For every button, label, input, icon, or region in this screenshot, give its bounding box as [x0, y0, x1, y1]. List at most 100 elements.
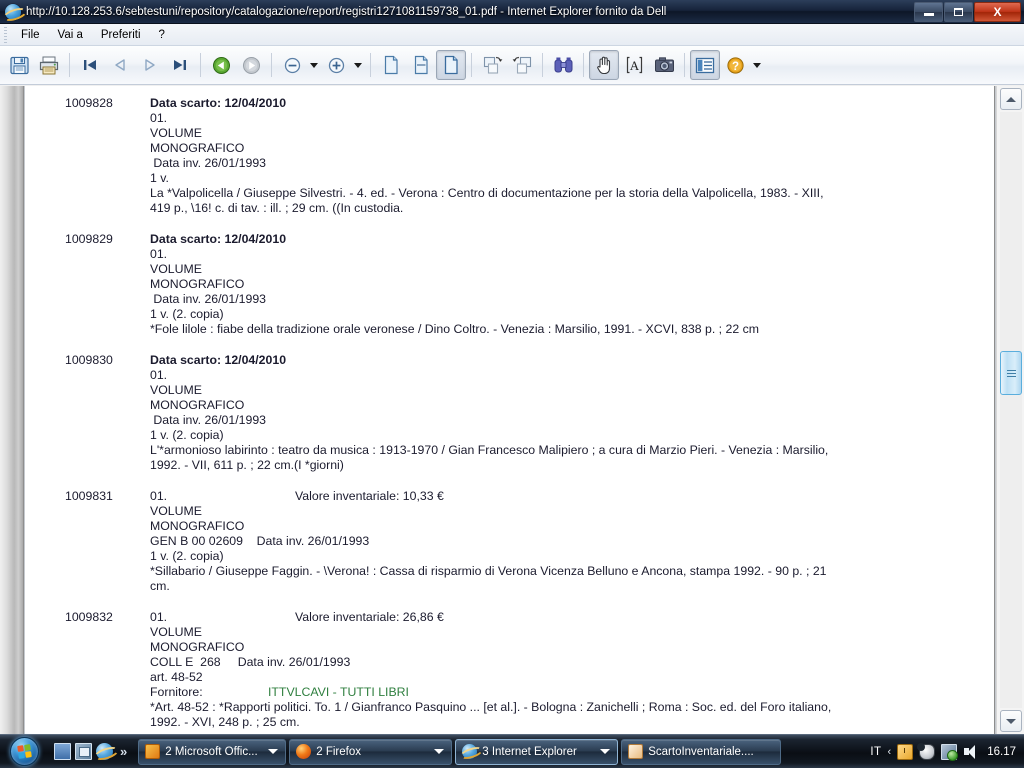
fit-width-button[interactable] [406, 50, 436, 80]
taskbar-item-scarto-inventariale[interactable]: ScartoInventariale.... [621, 738, 782, 765]
record-id: 1009831 [65, 489, 113, 503]
record-line: 419 p., \16! c. di tav. : ill. ; 29 cm. … [150, 201, 404, 215]
hand-tool-button[interactable] [589, 50, 619, 80]
svg-text:?: ? [731, 61, 738, 73]
zoom-out-dropdown[interactable] [307, 50, 321, 80]
fit-page-button[interactable] [436, 50, 466, 80]
record-type-code: 01. [150, 610, 168, 624]
restore-button[interactable] [944, 1, 973, 22]
scroll-down-button[interactable] [1000, 710, 1022, 732]
next-view-button[interactable] [236, 50, 266, 80]
taskbar-item-firefox[interactable]: 2 Firefox [289, 738, 453, 765]
show-navigation-pane-button[interactable] [690, 50, 720, 80]
skip-to-end-icon [174, 60, 186, 70]
zoom-in-dropdown[interactable] [351, 50, 365, 80]
switch-windows-icon[interactable] [75, 743, 92, 760]
taskbar-item-microsoft-office[interactable]: 2 Microsoft Offic... [138, 738, 287, 765]
table-row: 1009828 Data scarto: 12/04/2010 01. VOLU… [25, 96, 994, 216]
menu-item-vai-a[interactable]: Vai a [49, 27, 92, 43]
page-icon [384, 55, 398, 75]
clock-time[interactable]: 16.17 [985, 746, 1016, 758]
help-button[interactable]: ? [720, 50, 750, 80]
previous-view-button[interactable] [206, 50, 236, 80]
vertical-scrollbar[interactable] [996, 86, 1024, 734]
triangle-down-icon [1006, 718, 1016, 724]
internet-explorer-icon[interactable] [96, 743, 113, 760]
first-page-button[interactable] [75, 50, 105, 80]
network-icon[interactable] [941, 743, 959, 761]
record-line: 1992. - VII, 611 p. ; 22 cm.(I *giorni) [150, 458, 344, 472]
skip-to-start-icon [84, 60, 96, 70]
hand-icon [596, 56, 610, 75]
mouse-icon[interactable] [917, 742, 936, 760]
record-header-line: Data scarto: 12/04/2010 [150, 96, 964, 111]
record-body: Data scarto: 12/04/2010 01. VOLUME MONOG… [150, 232, 994, 337]
quick-launch-bar: » [46, 743, 134, 760]
toolbar-separator [200, 53, 201, 77]
next-page-button[interactable] [135, 50, 165, 80]
quick-launch-overflow[interactable]: » [117, 744, 130, 759]
print-button[interactable] [34, 50, 64, 80]
navigation-pane-icon [695, 57, 715, 73]
scrollbar-track[interactable] [1000, 112, 1022, 708]
minimize-button[interactable] [914, 1, 943, 22]
language-indicator[interactable]: IT [870, 746, 881, 758]
internet-explorer-icon [5, 3, 21, 20]
taskbar-item-internet-explorer[interactable]: 3 Internet Explorer [455, 738, 619, 765]
chevron-down-icon [753, 62, 761, 68]
snapshot-button[interactable] [649, 50, 679, 80]
zoom-in-button[interactable] [321, 50, 351, 80]
find-button[interactable] [548, 50, 578, 80]
actual-size-button[interactable] [376, 50, 406, 80]
start-button[interactable] [2, 737, 46, 767]
page-width-icon [414, 55, 428, 75]
chevron-down-icon[interactable] [600, 749, 611, 754]
show-desktop-icon[interactable] [54, 743, 71, 760]
chevron-down-icon[interactable] [268, 749, 279, 754]
text-select-icon: A [626, 56, 642, 74]
record-line: MONOGRAFICO [150, 640, 245, 654]
help-dropdown[interactable] [750, 50, 764, 80]
scroll-up-button[interactable] [1000, 88, 1022, 110]
taskbar-buttons: 2 Microsoft Offic... 2 Firefox 3 Interne… [134, 738, 870, 765]
record-line: Data inv. 26/01/1993 [150, 413, 266, 427]
menu-item-file[interactable]: File [12, 27, 49, 43]
record-line: 1992. - XVI, 248 p. ; 25 cm. [150, 715, 300, 729]
table-row: 1009831 01. Valore inventariale: 10,33 €… [25, 489, 994, 594]
clock-icon[interactable] [897, 743, 914, 760]
record-line: Data inv. 26/01/1993 [150, 156, 266, 170]
rotate-counterclockwise-button[interactable] [507, 50, 537, 80]
record-id: 1009828 [65, 96, 113, 110]
rotate-cw-icon [483, 56, 502, 74]
record-line: *Art. 48-52 : *Rapporti politici. To. 1 … [150, 700, 832, 714]
menu-item-help[interactable]: ? [150, 27, 174, 43]
record-line: 01. [150, 247, 168, 261]
windows-taskbar: » 2 Microsoft Offic... 2 Firefox 3 Inter… [0, 734, 1024, 768]
windows-logo-icon [9, 737, 39, 766]
close-button[interactable]: X [974, 1, 1021, 22]
firefox-icon [296, 744, 312, 759]
svg-text:A: A [629, 58, 639, 73]
tray-expand-icon[interactable]: ‹ [888, 746, 892, 758]
record-line: 1 v. (2. copia) [150, 428, 224, 442]
toolbar-separator [271, 53, 272, 77]
record-discard-date: Data scarto: 12/04/2010 [150, 96, 287, 110]
select-text-button[interactable]: A [619, 50, 649, 80]
record-inventory-value [295, 232, 964, 247]
navigation-pane-strip[interactable] [0, 86, 24, 734]
rotate-clockwise-button[interactable] [477, 50, 507, 80]
record-header-line: 01. Valore inventariale: 10,33 € [150, 489, 964, 504]
record-body: Data scarto: 12/04/2010 01. VOLUME MONOG… [150, 96, 994, 216]
record-line: VOLUME [150, 625, 202, 639]
record-body: 01. Valore inventariale: 26,86 € VOLUME … [150, 610, 994, 730]
last-page-button[interactable] [165, 50, 195, 80]
save-button[interactable] [4, 50, 34, 80]
chevron-down-icon[interactable] [434, 749, 445, 754]
scrollbar-thumb[interactable] [1000, 351, 1022, 395]
volume-icon[interactable] [963, 744, 979, 760]
previous-page-button[interactable] [105, 50, 135, 80]
menu-item-preferiti[interactable]: Preferiti [92, 27, 150, 43]
grip-icon [1006, 369, 1016, 377]
camera-icon [654, 57, 674, 72]
zoom-out-button[interactable] [277, 50, 307, 80]
